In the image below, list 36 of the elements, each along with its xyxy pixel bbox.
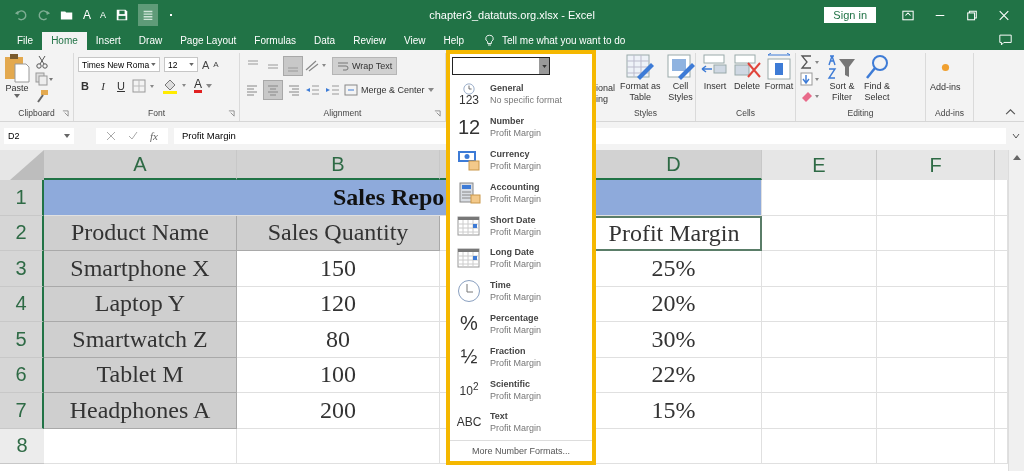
format-glyph: ½ [460,345,478,369]
format-name: Accounting [490,180,541,193]
format-glyph: % [460,312,478,336]
format-glyph: 10$^{2}$ [459,381,479,399]
group-label: Styles [633,108,658,118]
format-name: Short Date [490,213,537,226]
group-label: Add-ins [935,108,964,118]
format-name: Long Date [490,246,535,259]
format-name: Currency [490,148,531,160]
format-name: Number [490,115,525,128]
format-preview: Profit Margin [490,389,542,402]
format-preview: Profit Margin [490,258,542,271]
format-name: Scientific [490,377,531,390]
format-name: Percentage [490,311,540,324]
format-name: Time [490,279,512,292]
format-preview: Profit Margin [490,291,542,304]
format-glyph: ABC [456,415,482,430]
format-name: General [490,82,525,95]
format-preview: Profit Margin [490,356,542,369]
format-name: Fraction [490,344,527,357]
format-preview: Profit Margin [490,323,542,336]
format-preview: Profit Margin [490,127,542,140]
format-name: Text [490,410,509,423]
group-label: Font [148,108,165,118]
group-label: Editing [847,108,874,118]
format-preview: Profit Margin [490,192,542,205]
window-title: chapter3_datatuts.org.xlsx - Excel [428,9,596,21]
group-label: Clipboard [18,108,55,118]
title-text: Sales Repo [333,183,445,211]
format-preview: Profit Margin [490,160,542,172]
format-preview: No specific format [490,94,563,107]
format-preview: Profit Margin [490,422,542,435]
format-glyph: 12 [457,115,481,139]
group-label: Alignment [323,108,362,118]
group-label: Cells [736,108,755,118]
format-preview: Profit Margin [490,225,542,238]
